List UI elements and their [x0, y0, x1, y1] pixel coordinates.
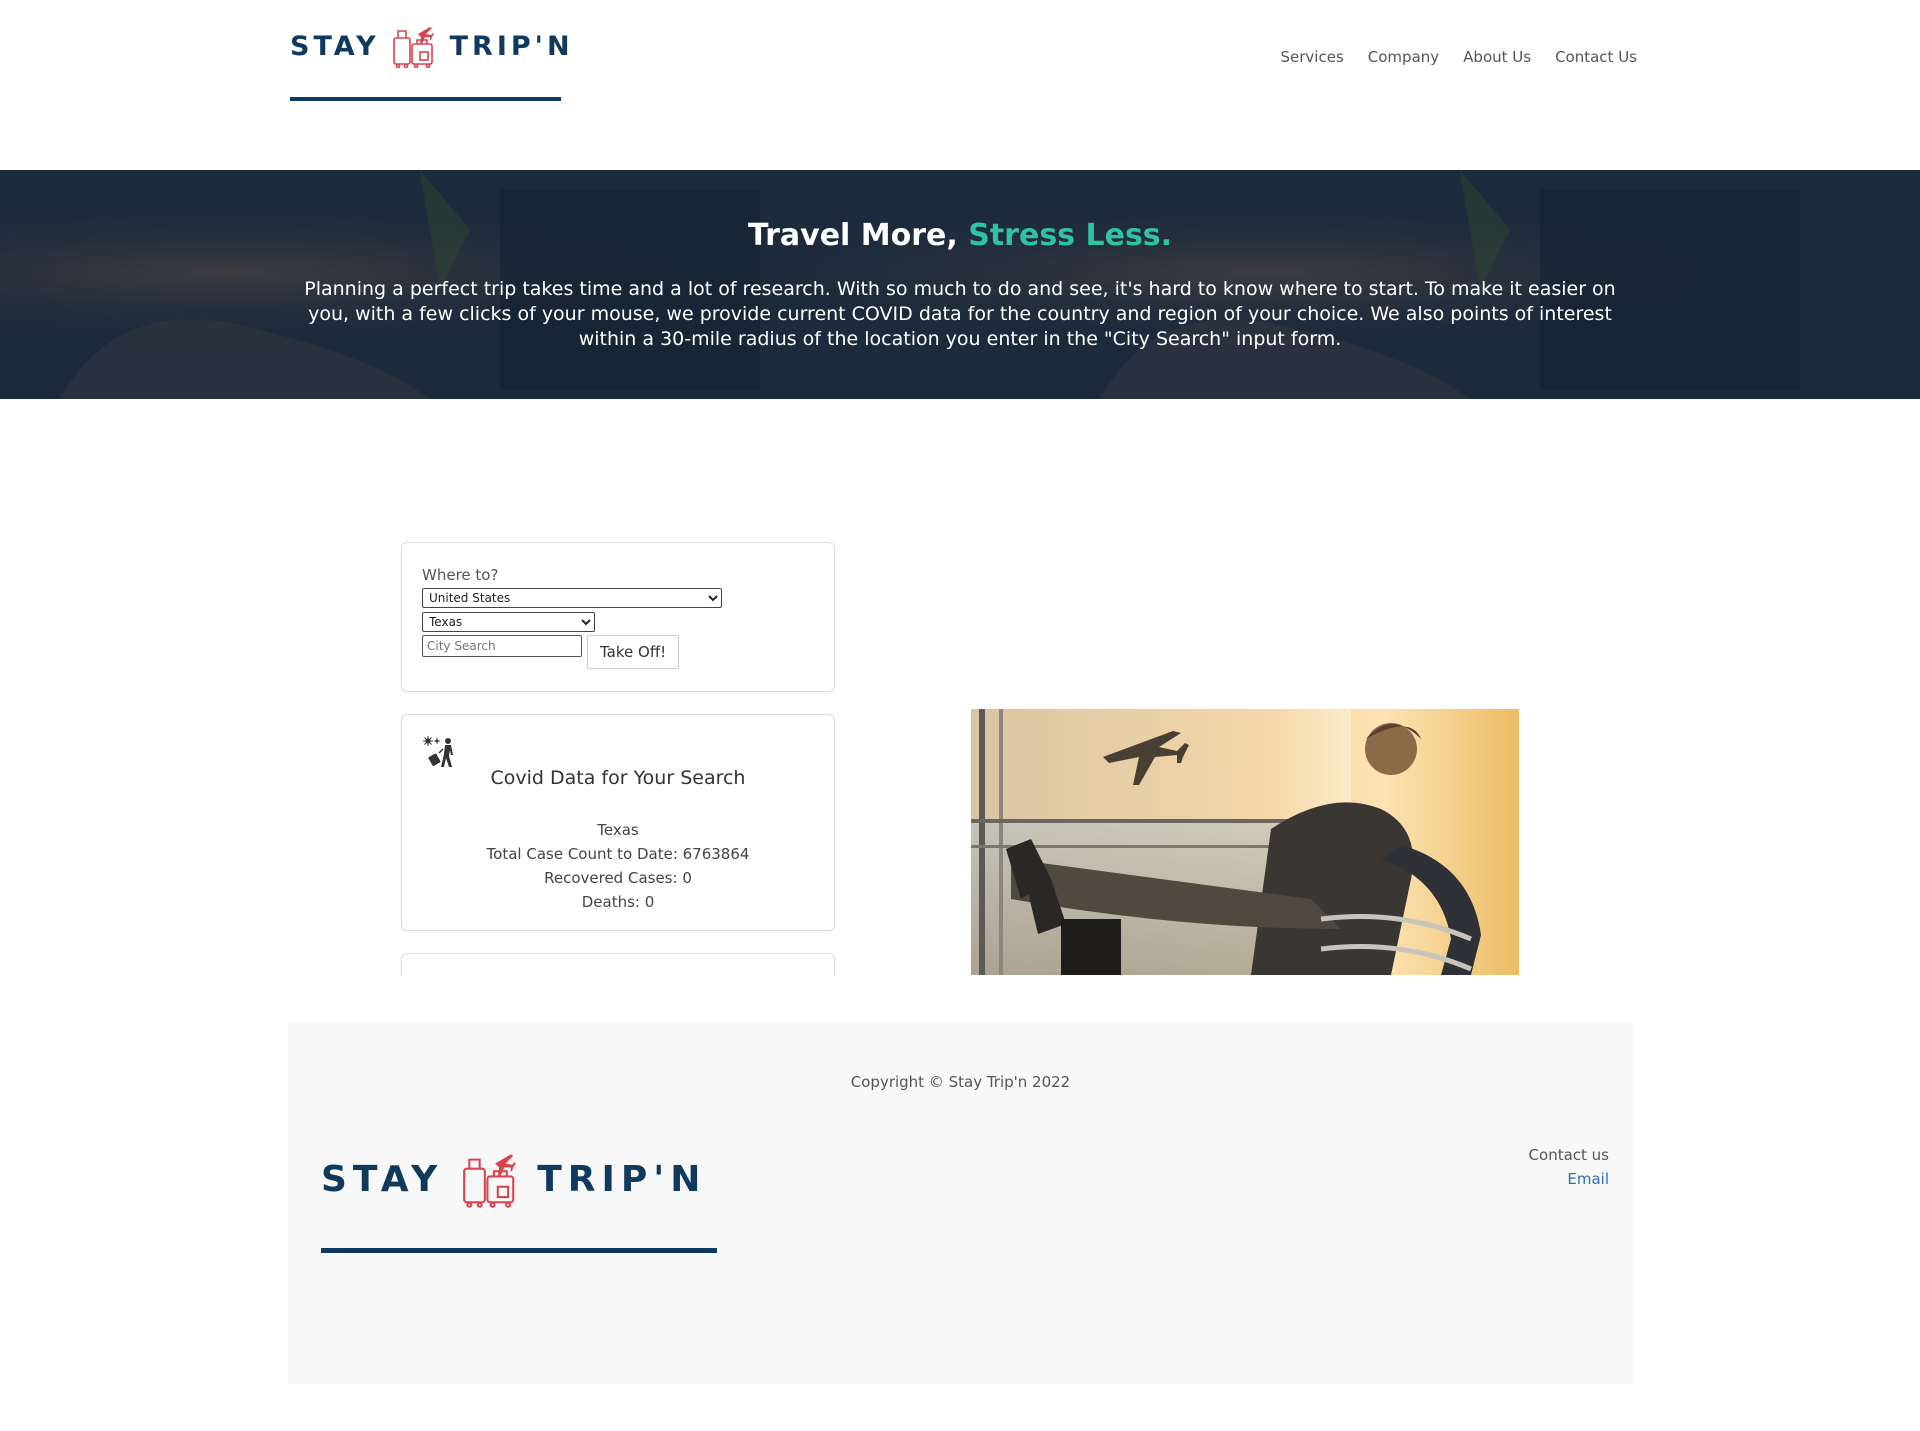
- country-select[interactable]: United States: [422, 588, 722, 608]
- take-off-button[interactable]: Take Off!: [587, 635, 680, 669]
- hero-description: Planning a perfect trip takes time and a…: [304, 278, 1616, 350]
- footer-logo-underline: [321, 1248, 717, 1253]
- covid-card-title: Covid Data for Your Search: [490, 767, 746, 789]
- city-search-row: Take Off!: [422, 635, 814, 669]
- footer-luggage-plane-icon: [463, 1154, 517, 1208]
- footer-logo-word-tripn: TRIP'N: [537, 1158, 707, 1200]
- hero-banner: Travel More, Stress Less. Planning a per…: [0, 170, 1920, 399]
- covid-recovered: Recovered Cases: 0: [544, 869, 692, 887]
- logo-word-stay: STAY: [290, 30, 380, 62]
- logo-underline: [290, 97, 561, 101]
- traveler-airport-photo: [971, 709, 1519, 975]
- city-search-input[interactable]: [422, 635, 582, 657]
- covid-total-cases: Total Case Count to Date: 6763864: [486, 845, 750, 863]
- site-footer: Copyright © Stay Trip'n 2022 STAY TRIP'N…: [288, 1021, 1633, 1384]
- scroll-clip: [390, 976, 850, 1026]
- nav-company[interactable]: Company: [1368, 48, 1439, 66]
- site-logo[interactable]: STAY TRIP'N: [290, 24, 574, 68]
- luggage-plane-icon: [392, 27, 434, 68]
- covid-location: Texas: [597, 821, 639, 839]
- traveler-virus-icon: [423, 736, 453, 767]
- nav-contact-us[interactable]: Contact Us: [1555, 48, 1637, 66]
- footer-logo-word-stay: STAY: [321, 1158, 444, 1200]
- hero-title-main: Travel More,: [747, 218, 969, 253]
- copyright-text: Copyright © Stay Trip'n 2022: [850, 1073, 1071, 1091]
- footer-contact: Contact us Email: [1529, 1143, 1609, 1191]
- contact-us-label: Contact us: [1528, 1146, 1609, 1164]
- covid-deaths: Deaths: 0: [581, 893, 655, 911]
- logo-word-tripn: TRIP'N: [449, 30, 574, 62]
- site-header: STAY TRIP'N Services Company About Us Co…: [0, 0, 1920, 170]
- email-link[interactable]: Email: [1567, 1170, 1609, 1188]
- covid-data-card: Covid Data for Your Search Texas Total C…: [401, 714, 835, 931]
- footer-logo[interactable]: STAY TRIP'N: [321, 1151, 707, 1208]
- main-nav: Services Company About Us Contact Us: [1281, 48, 1637, 66]
- search-card: Where to? United States Texas Take Off!: [401, 542, 835, 692]
- covid-stats: Texas Total Case Count to Date: 6763864 …: [402, 818, 834, 914]
- nav-about-us[interactable]: About Us: [1463, 48, 1531, 66]
- hero-title: Travel More, Stress Less.: [0, 218, 1920, 253]
- hero-title-accent: Stress Less.: [968, 218, 1173, 253]
- nav-services[interactable]: Services: [1281, 48, 1344, 66]
- where-to-label: Where to?: [422, 566, 499, 584]
- state-select[interactable]: Texas: [422, 612, 595, 632]
